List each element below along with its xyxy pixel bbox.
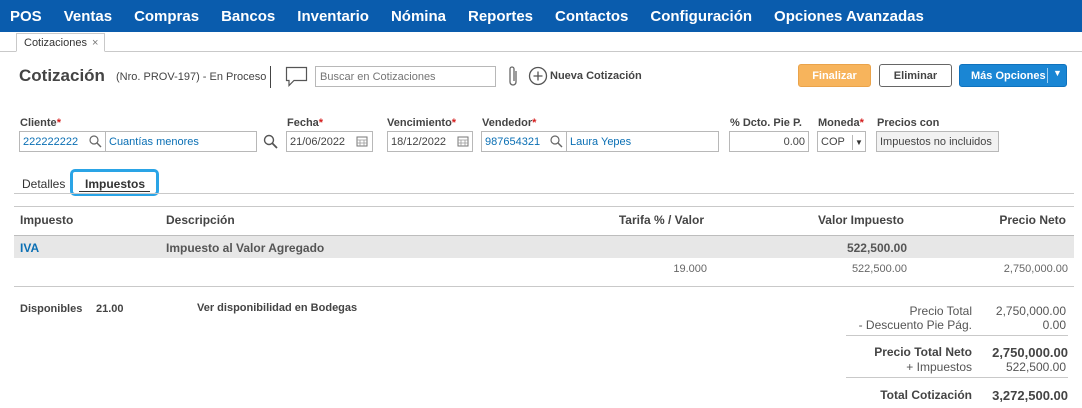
row-impuesto[interactable]: IVA — [20, 241, 39, 255]
search-input[interactable] — [315, 66, 496, 87]
table-row[interactable]: IVA Impuesto al Valor Agregado 522,500.0… — [14, 235, 1074, 258]
tab-cotizaciones[interactable]: Cotizaciones × — [16, 33, 106, 52]
finalizar-button[interactable]: Finalizar — [798, 64, 871, 87]
dcto-field[interactable]: 0.00 — [729, 131, 809, 152]
cliente-label: Cliente* — [20, 117, 61, 129]
disponibles-label: Disponibles — [20, 303, 83, 315]
calendar-icon[interactable] — [354, 132, 371, 151]
vencimiento-value: 18/12/2022 — [391, 136, 447, 148]
moneda-label: Moneda* — [818, 117, 864, 129]
precio-total-label: Precio Total — [909, 304, 972, 318]
col-header-precio-neto: Precio Neto — [999, 213, 1066, 227]
tab-detalles[interactable]: Detalles — [22, 177, 65, 191]
page-title: Cotización — [19, 66, 105, 85]
totals-divider — [846, 335, 1068, 336]
fecha-value: 21/06/2022 — [290, 136, 346, 148]
nav-configuracion[interactable]: Configuración — [650, 8, 752, 25]
total-cotizacion-value: 3,272,500.00 — [992, 388, 1068, 403]
plus-circle-icon[interactable] — [528, 66, 548, 86]
col-header-impuesto: Impuesto — [20, 213, 74, 227]
vendedor-name-field[interactable]: Laura Yepes — [566, 131, 719, 152]
button-divider — [1047, 68, 1048, 83]
descuento-label: - Descuento Pie Pág. — [858, 318, 972, 332]
dcto-label: % Dcto. Pie P. — [730, 117, 802, 129]
bodegas-link[interactable]: Ver disponibilidad en Bodegas — [197, 302, 357, 314]
nav-pos[interactable]: POS — [10, 8, 42, 25]
document-info: (Nro. PROV-197) - En Proceso — [116, 71, 267, 83]
mas-opciones-button[interactable]: Más Opciones ▼ — [959, 64, 1067, 87]
row-valor-impuesto: 522,500.00 — [846, 241, 907, 255]
fecha-label: Fecha* — [287, 117, 324, 129]
precios-con-field: Impuestos no incluidos — [876, 131, 999, 152]
summary-valor-impuesto: 522,500.00 — [851, 263, 907, 275]
caret-down-icon[interactable]: ▼ — [1053, 68, 1062, 78]
row-descripcion: Impuesto al Valor Agregado — [166, 241, 325, 255]
cliente-name-field[interactable]: Cuantías menores — [105, 131, 257, 152]
col-header-valor-impuesto: Valor Impuesto — [817, 213, 904, 227]
new-quote-link[interactable]: Nueva Cotización — [550, 70, 642, 82]
nav-compras[interactable]: Compras — [134, 8, 199, 25]
search-icon[interactable] — [548, 132, 565, 151]
disponibles-value: 21.00 — [96, 303, 124, 315]
nav-inventario[interactable]: Inventario — [297, 8, 369, 25]
summary-tarifa: 19.000 — [673, 263, 707, 275]
impuestos-value: 522,500.00 — [1005, 360, 1066, 374]
paperclip-icon[interactable] — [505, 64, 521, 88]
top-nav: POS Ventas Compras Bancos Inventario Nóm… — [0, 0, 1082, 32]
tab-cotizaciones-label: Cotizaciones — [24, 36, 87, 49]
col-header-descripcion: Descripción — [166, 213, 235, 227]
search-icon[interactable] — [262, 132, 279, 151]
document-tab-strip: Cotizaciones × — [0, 32, 1082, 52]
precio-neto-value: 2,750,000.00 — [992, 345, 1068, 360]
descuento-value: 0.00 — [1042, 318, 1066, 332]
calendar-icon[interactable] — [455, 132, 472, 151]
nav-nomina[interactable]: Nómina — [391, 8, 446, 25]
search-icon[interactable] — [87, 132, 104, 151]
tab-impuestos[interactable]: Impuestos — [70, 169, 159, 196]
table-top-border — [14, 206, 1074, 207]
summary-precio-neto: 2,750,000.00 — [1003, 263, 1068, 275]
col-header-tarifa: Tarifa % / Valor — [618, 213, 704, 227]
comment-icon[interactable] — [285, 66, 308, 88]
active-tab-underline — [79, 191, 150, 192]
close-icon[interactable]: × — [92, 37, 98, 49]
table-bottom-border — [14, 286, 1074, 287]
moneda-value: COP — [821, 136, 845, 148]
vendedor-label: Vendedor* — [482, 117, 537, 129]
tab-impuestos-label: Impuestos — [85, 177, 146, 191]
nav-opciones-avanzadas[interactable]: Opciones Avanzadas — [774, 8, 924, 25]
tabs-divider — [14, 193, 1074, 194]
header-divider — [270, 66, 271, 88]
caret-down-icon[interactable]: ▼ — [852, 135, 865, 150]
nav-contactos[interactable]: Contactos — [555, 8, 628, 25]
impuestos-label: + Impuestos — [906, 360, 972, 374]
nav-bancos[interactable]: Bancos — [221, 8, 275, 25]
totals-divider — [846, 377, 1068, 378]
nav-ventas[interactable]: Ventas — [64, 8, 112, 25]
precio-neto-label: Precio Total Neto — [874, 345, 972, 359]
precio-total-value: 2,750,000.00 — [995, 304, 1066, 318]
precios-con-label: Precios con — [877, 117, 940, 129]
total-cotizacion-label: Total Cotización — [880, 388, 972, 402]
nav-reportes[interactable]: Reportes — [468, 8, 533, 25]
vencimiento-label: Vencimiento* — [387, 117, 457, 129]
mas-opciones-label: Más Opciones — [971, 69, 1046, 82]
eliminar-button[interactable]: Eliminar — [879, 64, 952, 87]
